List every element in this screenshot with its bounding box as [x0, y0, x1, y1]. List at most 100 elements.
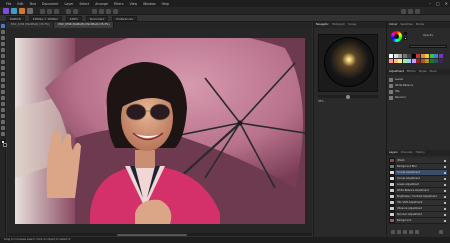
zoom-chip[interactable]: 100%: [65, 15, 82, 21]
marquee-tool-icon[interactable]: [1, 60, 5, 64]
document-size-chip[interactable]: 1560px × 1040px: [28, 15, 62, 21]
live-filter-button[interactable]: [415, 230, 419, 234]
adjustment-item[interactable]: HSL: [389, 89, 448, 94]
close-button[interactable]: ✕: [445, 1, 448, 6]
visibility-checkbox[interactable]: [444, 189, 446, 192]
secondary-color-swatch[interactable]: [2, 143, 7, 147]
visibility-checkbox[interactable]: [444, 207, 446, 210]
navigator-preview[interactable]: [318, 34, 378, 92]
minimize-button[interactable]: –: [429, 1, 431, 6]
scrollbar-thumb[interactable]: [117, 233, 187, 236]
toolbar-button[interactable]: [54, 8, 59, 14]
adjustment-item[interactable]: Levels: [389, 77, 448, 82]
view-tool-icon[interactable]: [1, 30, 5, 34]
visibility-checkbox[interactable]: [444, 201, 446, 204]
toolbar-button[interactable]: [113, 8, 118, 14]
visibility-checkbox[interactable]: [444, 177, 446, 180]
add-group-button[interactable]: [397, 230, 401, 234]
tab-styles[interactable]: Styles: [419, 69, 427, 75]
paint-brush-icon[interactable]: [1, 72, 5, 76]
tab-layers[interactable]: Layers: [389, 150, 398, 156]
canvas-horizontal-scrollbar[interactable]: [7, 233, 312, 236]
selection-brush-icon[interactable]: [1, 48, 5, 52]
zoom-tool-icon[interactable]: [1, 36, 5, 40]
navigator-zoom-slider[interactable]: [318, 94, 378, 99]
tab-swatches[interactable]: Swatches: [400, 22, 412, 28]
menu-layer[interactable]: Layer: [65, 2, 74, 6]
tab-channels[interactable]: Channels: [401, 150, 413, 156]
develop-persona-icon[interactable]: [19, 8, 25, 14]
maximize-button[interactable]: □: [436, 1, 440, 6]
erase-brush-icon[interactable]: [1, 90, 5, 94]
move-tool-icon[interactable]: [1, 24, 5, 28]
opacity-slider[interactable]: [409, 45, 447, 48]
add-layer-button[interactable]: [391, 230, 395, 234]
toolbar-button[interactable]: [47, 8, 52, 14]
menu-help[interactable]: Help: [162, 2, 169, 6]
toolbar-button[interactable]: [106, 8, 111, 14]
toolbar-button[interactable]: [66, 8, 71, 14]
fill-tool-icon[interactable]: [1, 84, 5, 88]
shape-tool-icon[interactable]: [1, 126, 5, 130]
tab-history[interactable]: History: [416, 150, 425, 156]
tab-stroke[interactable]: Stroke: [416, 22, 424, 28]
text-tool-icon[interactable]: [1, 132, 5, 136]
menu-text[interactable]: Text: [30, 2, 36, 6]
tab-adjustment[interactable]: Adjustment: [389, 69, 404, 75]
adjustment-item[interactable]: White Balance: [389, 83, 448, 88]
export-persona-icon[interactable]: [27, 8, 33, 14]
colour-wheel[interactable]: [391, 31, 402, 42]
pen-tool-icon[interactable]: [1, 120, 5, 124]
color-format-chip[interactable]: RGBA/8: [6, 15, 25, 21]
menu-view[interactable]: View: [130, 2, 138, 6]
fill-swatch[interactable]: [404, 32, 407, 35]
tab-histogram[interactable]: Histogram: [332, 22, 345, 28]
liquify-persona-icon[interactable]: [11, 8, 17, 14]
tab-scope[interactable]: Scope: [348, 22, 356, 28]
visibility-checkbox[interactable]: [444, 219, 446, 222]
tab-stock[interactable]: Stock: [430, 69, 437, 75]
toolbar-button[interactable]: [73, 8, 78, 14]
blur-brush-icon[interactable]: [1, 114, 5, 118]
menu-file[interactable]: File: [6, 2, 11, 6]
visibility-checkbox[interactable]: [444, 165, 446, 168]
toolbar-button[interactable]: [40, 8, 45, 14]
toolbar-button[interactable]: [92, 8, 97, 14]
toolbar-button[interactable]: [99, 8, 104, 14]
zoom-slider-handle[interactable]: [346, 94, 350, 99]
swatch-row[interactable]: [389, 59, 443, 63]
dodge-brush-icon[interactable]: [1, 96, 5, 100]
layer-row[interactable]: Background: [389, 218, 447, 224]
visibility-checkbox[interactable]: [444, 195, 446, 198]
document-photo[interactable]: [15, 38, 305, 224]
menu-edit[interactable]: Edit: [17, 2, 23, 6]
stroke-swatch[interactable]: [404, 37, 407, 40]
document-button[interactable]: Document: [85, 15, 109, 21]
menu-window[interactable]: Window: [143, 2, 156, 6]
adjustment-item[interactable]: Recolour: [389, 95, 448, 100]
color-picker-icon[interactable]: [1, 78, 5, 82]
menu-arrange[interactable]: Arrange: [95, 2, 108, 6]
tab-navigator[interactable]: Navigator: [316, 22, 329, 28]
flood-select-icon[interactable]: [1, 54, 5, 58]
menu-document[interactable]: Document: [42, 2, 59, 6]
menu-select[interactable]: Select: [79, 2, 89, 6]
visibility-checkbox[interactable]: [444, 183, 446, 186]
mask-layer-button[interactable]: [403, 230, 407, 234]
adjustment-layer-button[interactable]: [409, 230, 413, 234]
menu-filters[interactable]: Filters: [114, 2, 124, 6]
crop-tool-icon[interactable]: [1, 42, 5, 46]
visibility-checkbox[interactable]: [444, 171, 446, 174]
clone-brush-icon[interactable]: [1, 102, 5, 106]
toolbar-button[interactable]: [415, 8, 420, 14]
tab-effects[interactable]: Effects: [407, 69, 416, 75]
visibility-checkbox[interactable]: [444, 159, 446, 162]
visibility-checkbox[interactable]: [444, 213, 446, 216]
tab-colour[interactable]: Colour: [389, 22, 397, 28]
swatch-row[interactable]: [389, 54, 443, 58]
delete-layer-button[interactable]: [439, 230, 443, 234]
inpainting-brush-icon[interactable]: [1, 108, 5, 112]
canvas-area[interactable]: [7, 28, 312, 233]
photo-persona-icon[interactable]: [3, 8, 9, 14]
assistant-button[interactable]: [401, 8, 406, 14]
